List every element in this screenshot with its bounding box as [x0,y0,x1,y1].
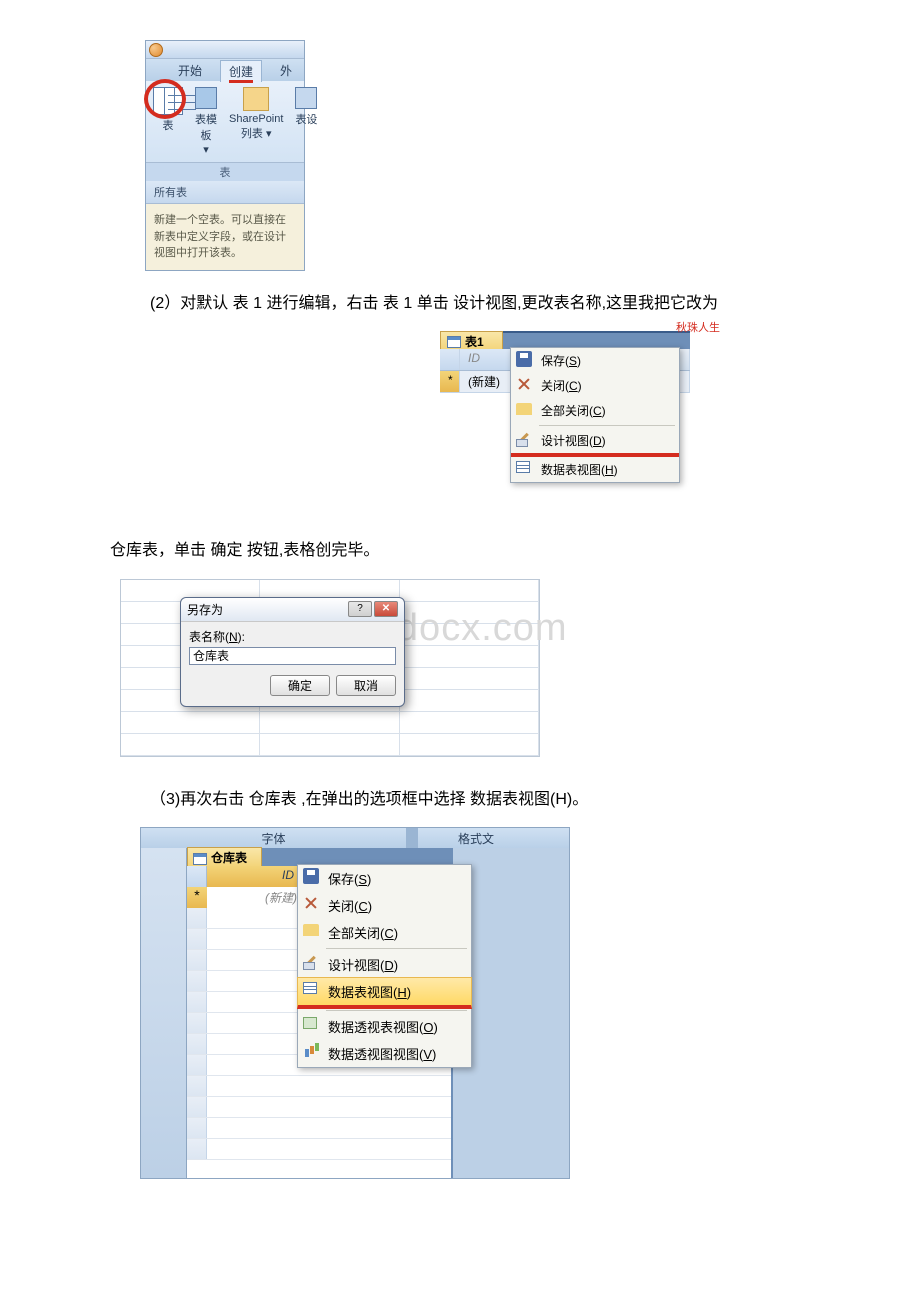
table-name-label: 表名称(N): [189,628,396,645]
ribbon-format-group: 格式文 [418,830,569,847]
folder-icon [516,403,532,415]
ribbon-font-group: 字体 [141,830,406,847]
red-circle-annotation [144,79,186,119]
table-name-input[interactable] [189,647,396,665]
sharepoint-button: SharePoint 列表 ▾ [226,85,286,158]
new-row-cell: (新建) [207,887,303,908]
menu-design-view: 设计视图(D) [511,428,679,457]
pivot-table-icon [303,1017,317,1029]
menu-close-all: 全部关闭(C) [298,919,471,946]
warehouse-table-tab: 仓库表 [187,847,262,868]
menu-datasheet-view: 数据表视图(H) [511,457,679,482]
save-icon [516,351,532,367]
datasheet-icon [303,982,317,994]
tab-external: 外 [280,62,292,79]
table-tab-icon [447,336,461,348]
menu-save: 保存(S) [298,865,471,892]
menu-design-view: 设计视图(D) [298,951,471,978]
menu-close: 关闭(C) [298,892,471,919]
menu-close: 关闭(C) [511,373,679,398]
context-menu: 保存(S) 关闭(C) 全部关闭(C) 设计视图(D) 数据表视图(H) [510,347,680,483]
office-orb-icon [149,43,163,57]
new-row-marker: * [440,371,460,392]
warehouse-table-menu-screenshot: 字体 格式文 仓库表 ID 添加新字段 * (新建) [140,827,570,1179]
menu-save: 保存(S) [511,348,679,373]
menu-pivot-table: 数据透视表视图(O) [298,1013,471,1040]
id-header: ID [207,866,303,887]
tooltip-text: 新建一个空表。可以直接在新表中定义字段，或在设计视图中打开该表。 [146,204,304,270]
ok-button[interactable]: 确定 [270,675,330,696]
instruction-step-2b: 仓库表，单击 确定 按钮,表格创完毕。 [110,538,820,564]
table-button: 表 [150,85,186,158]
cancel-button[interactable]: 取消 [336,675,396,696]
close-icon [303,895,319,911]
folder-icon [303,924,319,936]
dialog-title: 另存为 [187,601,223,618]
nav-pane-header: 所有表 [146,181,304,204]
design-view-icon [516,431,532,447]
close-icon [516,376,532,392]
nav-pane [141,848,187,1178]
tab-home: 开始 [178,62,202,79]
scribble-annotation: 秋珠人生 [676,319,720,335]
tab-create: 创建 [220,60,262,82]
context-menu-2: 保存(S) 关闭(C) 全部关闭(C) 设计视图(D) [297,864,472,1068]
help-button: ? [348,601,372,617]
menu-datasheet-view: 数据表视图(H) [297,977,472,1009]
ribbon-group-label: 表 [146,163,304,181]
new-row-star: * [187,887,207,908]
menu-close-all: 全部关闭(C) [511,398,679,423]
design-view-icon [303,954,319,970]
table-design-button: 表设 [292,85,320,158]
save-as-dialog: 另存为 ? ✕ 表名称(N): 确定 取消 [180,597,405,707]
pivot-chart-icon [303,1043,319,1059]
instruction-step-2: (2）对默认 表 1 进行编辑，右击 表 1 单击 设计视图,更改表名称,这里我… [150,291,820,317]
datasheet-icon [516,461,530,473]
menu-pivot-chart: 数据透视图视图(V) [298,1040,471,1067]
sharepoint-icon [243,87,269,111]
table-tab-icon [193,853,207,865]
instruction-step-3: （3)再次右击 仓库表 ,在弹出的选项框中选择 数据表视图(H)。 [150,787,820,813]
table-template-button: 表模板▾ [192,85,220,158]
design-icon [295,87,317,109]
access-ribbon-screenshot: 开始 创建 外 表 表模板▾ SharePoint 列表 ▾ 表设 表 [145,40,305,271]
save-dialog-screenshot: www.bdocx.com 另存为 ? ✕ 表名称(N): 确定 取消 [120,579,540,757]
template-icon [195,87,217,109]
table-context-menu-screenshot: 秋珠人生 表1 ID 添加新字段 * (新建) 保存(S) 关闭(C) [440,331,690,523]
close-button: ✕ [374,601,398,617]
save-icon [303,868,319,884]
